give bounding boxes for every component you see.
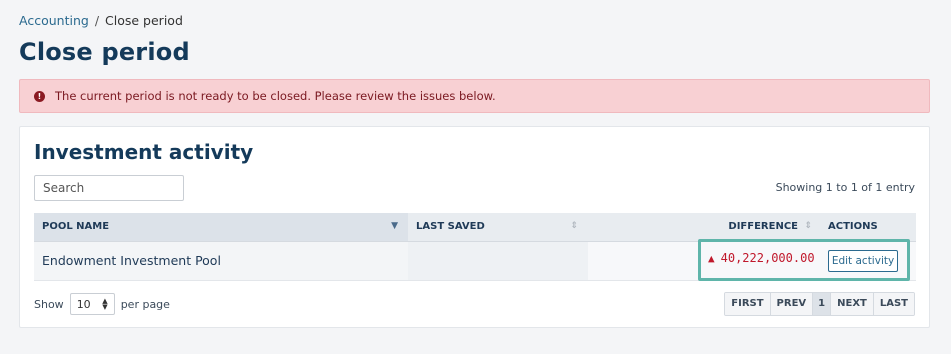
pager-last-button[interactable]: LAST <box>873 293 914 315</box>
sort-icon: ⇕ <box>804 221 812 231</box>
pager-first-button[interactable]: FIRST <box>725 293 771 315</box>
sort-icon: ⇕ <box>570 221 578 231</box>
entries-info: Showing 1 to 1 of 1 entry <box>775 181 915 194</box>
alert-circle-icon: ! <box>34 90 45 102</box>
pool-name-cell: Endowment Investment Pool <box>34 241 408 281</box>
pager-page-1[interactable]: 1 <box>813 293 832 315</box>
difference-amount: 40,222,000.00 <box>720 251 815 265</box>
show-label: Show <box>34 297 64 311</box>
column-header-actions: ACTIONS <box>820 213 916 242</box>
per-page-select[interactable]: 10 ▲ ▼ <box>69 293 115 315</box>
select-caret-icon: ▲ ▼ <box>102 297 108 311</box>
alert-message: The current period is not ready to be cl… <box>55 89 496 103</box>
column-header-last-saved[interactable]: LAST SAVED ⇕ <box>408 213 588 242</box>
warning-triangle-icon: ▲ <box>708 251 715 265</box>
pager-next-button[interactable]: NEXT <box>831 293 874 315</box>
difference-value: ▲ 40,222,000.00 <box>708 251 815 265</box>
column-header-difference[interactable]: DIFFERENCE ⇕ <box>588 213 820 242</box>
pager-prev-button[interactable]: PREV <box>770 293 814 315</box>
breadcrumb-current: Close period <box>105 13 183 28</box>
search-input[interactable] <box>34 175 184 201</box>
breadcrumb-separator: / <box>94 13 100 28</box>
per-page-label: per page <box>120 297 170 311</box>
column-header-pool-name[interactable]: POOL NAME ▼ <box>34 213 408 242</box>
card-title: Investment activity <box>34 140 254 164</box>
breadcrumb-accounting-link[interactable]: Accounting <box>19 13 89 28</box>
pagination: FIRST PREV 1 NEXT LAST <box>724 292 915 316</box>
error-alert: ! The current period is not ready to be … <box>19 79 930 113</box>
table-header-row: POOL NAME ▼ LAST SAVED ⇕ DIFFERENCE ⇕ AC… <box>34 213 916 242</box>
last-saved-cell <box>408 241 588 281</box>
edit-activity-button[interactable]: Edit activity <box>828 250 898 272</box>
per-page-value: 10 <box>76 297 91 311</box>
page-title: Close period <box>19 38 190 66</box>
investment-activity-card: Investment activity Showing 1 to 1 of 1 … <box>19 126 930 328</box>
breadcrumb: Accounting / Close period <box>19 13 183 28</box>
investment-table: POOL NAME ▼ LAST SAVED ⇕ DIFFERENCE ⇕ AC… <box>34 213 916 281</box>
sort-desc-icon: ▼ <box>391 221 398 231</box>
per-page-control: Show 10 ▲ ▼ per page <box>34 293 170 315</box>
